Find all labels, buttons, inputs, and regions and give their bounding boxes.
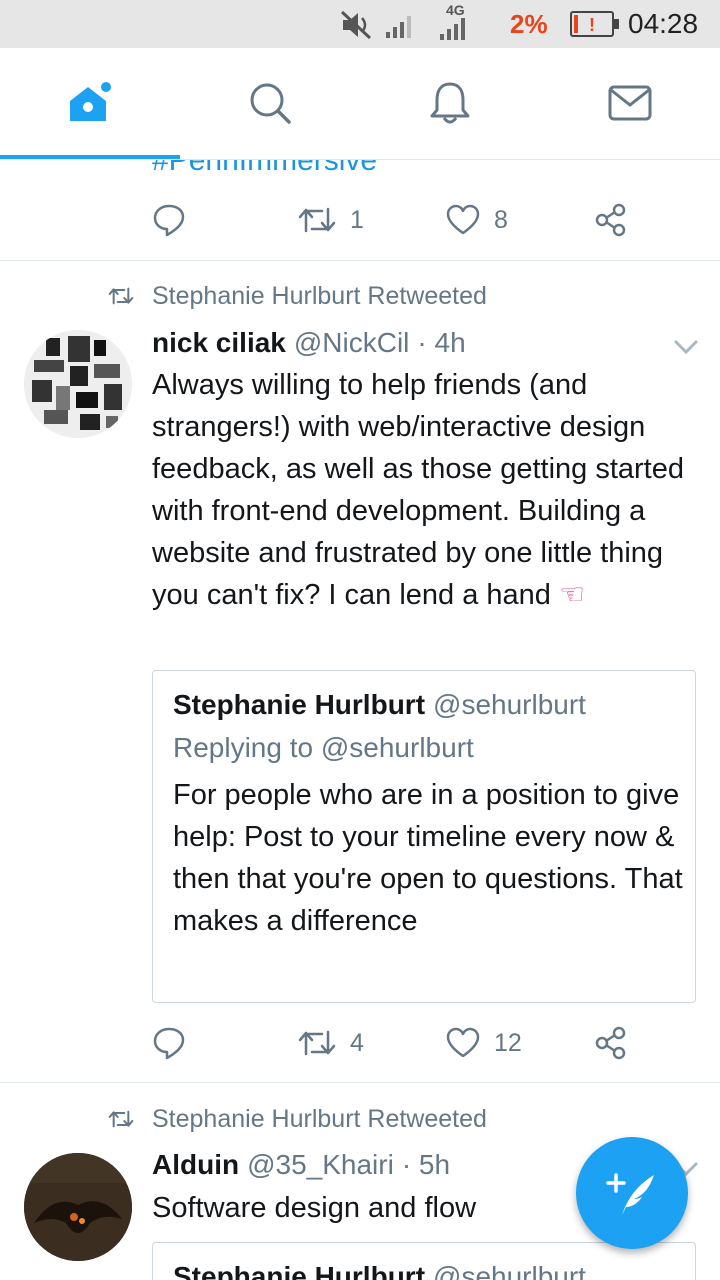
retweeted-by-text: Stephanie Hurlburt Retweeted <box>152 281 487 310</box>
display-name[interactable]: Alduin <box>152 1149 239 1181</box>
tweet-actions: 4 12 <box>152 1021 652 1065</box>
replying-to-label: Replying to @sehurlburt <box>173 732 474 763</box>
tweet-header: nick ciliak @NickCil · 4h <box>152 323 466 363</box>
display-name[interactable]: nick ciliak <box>152 327 286 359</box>
top-nav-bar <box>0 48 720 160</box>
retweeted-by-text: Stephanie Hurlburt Retweeted <box>152 1104 487 1133</box>
compose-tweet-button[interactable] <box>576 1137 688 1249</box>
network-type-label: 4G <box>446 2 465 18</box>
compose-tweet-icon <box>606 1173 654 1215</box>
like-button[interactable]: 8 <box>446 198 508 242</box>
quoted-header: Stephanie Hurlburt @sehurlburt <box>173 1255 586 1280</box>
quoted-text: For people who are in a position to give… <box>173 779 683 937</box>
bell-icon <box>430 82 470 124</box>
quoted-tweet[interactable]: Stephanie Hurlburt @sehurlburt Replying … <box>152 670 696 1003</box>
chevron-down-icon[interactable] <box>672 333 700 361</box>
share-button[interactable] <box>594 1021 628 1065</box>
retweet-count: 1 <box>350 205 364 234</box>
tweet-time: · 5h <box>401 1149 451 1180</box>
retweet-button[interactable]: 4 <box>298 1021 364 1065</box>
heart-icon <box>446 204 480 235</box>
retweeted-by-line: Stephanie Hurlburt Retweeted <box>108 1103 487 1135</box>
like-count: 8 <box>494 205 508 234</box>
active-tab-indicator <box>0 155 180 159</box>
quoted-display-name: Stephanie Hurlburt <box>173 689 426 720</box>
quoted-tweet[interactable]: Stephanie Hurlburt @sehurlburt <box>152 1242 696 1280</box>
hashtag-link[interactable]: #PennImmersive <box>152 160 377 178</box>
status-bar: 4G 2% ! 04:28 <box>0 0 720 48</box>
retweet-small-icon <box>108 287 134 305</box>
share-button[interactable] <box>594 198 628 242</box>
like-button[interactable]: 12 <box>446 1021 522 1065</box>
tab-notifications[interactable] <box>360 48 540 158</box>
heart-icon <box>446 1027 480 1058</box>
svg-text:!: ! <box>589 15 595 35</box>
retweet-count: 4 <box>350 1028 364 1057</box>
tweet-text-body: Always willing to help friends (and stra… <box>152 369 684 611</box>
pointing-hand-emoji: ☜ <box>558 579 585 611</box>
tweet-header-line: Alduin @35_Khairi · 5h <box>152 1145 450 1185</box>
retweeted-by-line: Stephanie Hurlburt Retweeted <box>108 280 487 312</box>
timeline[interactable]: #PennImmersive 1 8 Stephanie Hurlburt Re… <box>0 160 720 1280</box>
retweet-icon <box>298 1030 336 1056</box>
search-icon <box>250 83 291 124</box>
tweet-time: · 4h <box>417 327 466 358</box>
user-handle[interactable]: @NickCil <box>294 327 410 359</box>
reply-icon <box>153 204 185 237</box>
mail-icon <box>608 85 652 121</box>
avatar[interactable] <box>24 330 132 438</box>
clock: 04:28 <box>628 8 699 39</box>
battery-icon: ! <box>570 11 619 37</box>
avatar-image <box>24 1153 132 1261</box>
battery-percent: 2% <box>510 8 548 39</box>
tab-search[interactable] <box>180 48 360 158</box>
reply-icon <box>153 1027 185 1060</box>
muted-speaker-icon <box>340 10 372 40</box>
tweet-actions: 1 8 <box>152 198 652 242</box>
tweet-text: Always willing to help friends (and stra… <box>152 364 692 616</box>
tweet-card[interactable]: Stephanie Hurlburt Retweeted nick ciliak… <box>0 261 720 1082</box>
share-icon <box>595 1026 626 1060</box>
home-icon <box>70 82 111 121</box>
user-handle[interactable]: @35_Khairi <box>247 1149 394 1181</box>
reply-button[interactable] <box>152 1021 186 1065</box>
signal-4g-icon <box>440 18 465 40</box>
avatar[interactable] <box>24 1153 132 1261</box>
tab-messages[interactable] <box>540 48 720 158</box>
signal-icon <box>386 16 411 38</box>
quoted-handle: @sehurlburt <box>433 689 586 720</box>
quoted-header: Stephanie Hurlburt @sehurlburt <box>173 683 586 727</box>
avatar-image <box>24 330 132 438</box>
retweet-button[interactable]: 1 <box>298 198 364 242</box>
quoted-display-name: Stephanie Hurlburt <box>173 1261 426 1280</box>
tab-home[interactable] <box>0 48 180 159</box>
like-count: 12 <box>494 1028 522 1057</box>
quoted-handle: @sehurlburt <box>433 1261 586 1280</box>
retweet-icon <box>298 207 336 233</box>
retweet-small-icon <box>108 1110 134 1128</box>
reply-button[interactable] <box>152 198 186 242</box>
share-icon <box>595 203 626 237</box>
